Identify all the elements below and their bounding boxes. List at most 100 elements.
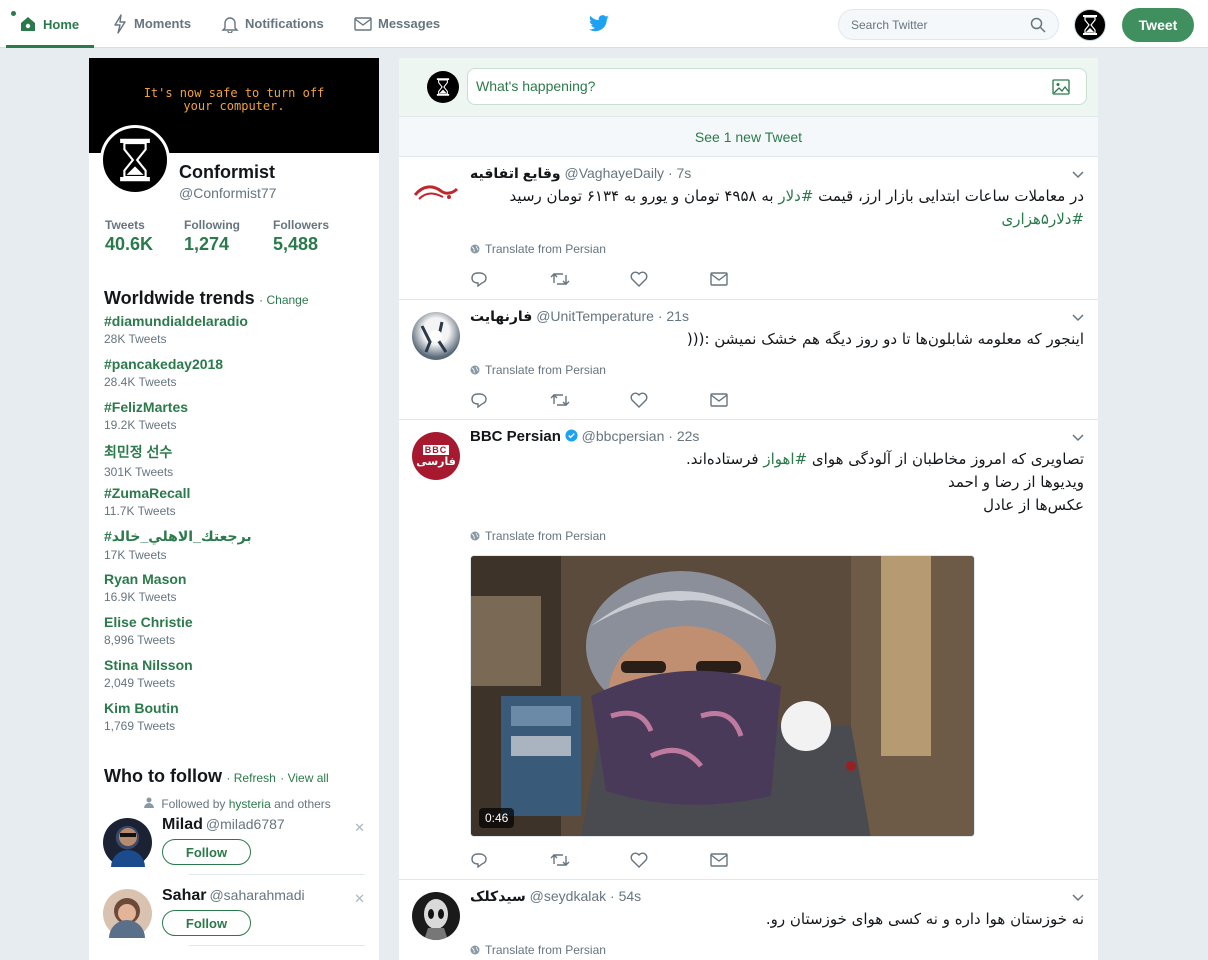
wtf-user-name[interactable]: Milad @milad6787: [162, 816, 285, 834]
trend-item[interactable]: Kim Boutin 1,769 Tweets: [104, 700, 179, 733]
avatar[interactable]: [103, 889, 152, 938]
reply-icon[interactable]: [470, 852, 488, 869]
tweet-timestamp[interactable]: 54s: [619, 888, 642, 904]
tweet[interactable]: سیدکلک @seydkalak · 54s نه خوزستان هوا د…: [399, 880, 1098, 960]
profile-handle[interactable]: @Conformist77: [179, 185, 276, 201]
wtf-refresh-link[interactable]: Refresh: [234, 771, 276, 785]
trend-item[interactable]: Ryan Mason 16.9K Tweets: [104, 571, 186, 604]
tweet-button[interactable]: Tweet: [1122, 8, 1194, 42]
trend-item[interactable]: #ZumaRecall 11.7K Tweets: [104, 485, 190, 518]
trend-count: 16.9K Tweets: [104, 590, 177, 604]
retweet-icon[interactable]: [550, 271, 570, 287]
tweet-video[interactable]: 0:46: [470, 555, 975, 837]
hashtag-link[interactable]: #اهواز: [763, 450, 807, 468]
wtf-separator: ·: [226, 771, 234, 785]
trends-header: Worldwide trends · Change: [104, 288, 309, 309]
search-icon[interactable]: [1030, 17, 1046, 33]
heart-icon[interactable]: [630, 392, 648, 408]
tweet-timestamp[interactable]: 21s: [666, 308, 689, 324]
stat-followers[interactable]: Followers 5,488: [273, 218, 329, 255]
profile-avatar[interactable]: [100, 125, 170, 195]
followed-by-user[interactable]: hysteria: [229, 797, 271, 811]
translate-link[interactable]: Translate from Persian: [470, 242, 606, 256]
hourglass-icon: [1083, 15, 1097, 35]
hashtag-link[interactable]: #دلار۵هزاری: [1002, 210, 1084, 228]
dismiss-icon[interactable]: ✕: [354, 820, 365, 836]
tweet-text-segment: فرستاده‌اند.: [685, 450, 764, 468]
trend-item[interactable]: 최민정 선수 301K Tweets: [104, 442, 173, 479]
tweet[interactable]: وقايع اتفاقيه @VaghayeDaily · 7s در معام…: [399, 157, 1098, 300]
translate-link[interactable]: Translate from Persian: [470, 363, 606, 377]
chevron-down-icon[interactable]: [1072, 314, 1084, 322]
tweet-author-handle[interactable]: @UnitTemperature: [536, 308, 654, 324]
translate-link[interactable]: Translate from Persian: [470, 529, 606, 543]
tweet-author-handle[interactable]: @VaghayeDaily: [565, 165, 665, 181]
trend-item[interactable]: #برجعتك_الاهلي_خالد 17K Tweets: [104, 528, 252, 562]
reply-icon[interactable]: [470, 392, 488, 409]
tweet-author-handle[interactable]: @bbcpersian: [582, 428, 665, 444]
avatar[interactable]: [412, 312, 460, 360]
nav-moments[interactable]: Moments: [112, 0, 191, 47]
tweet-author-handle[interactable]: @seydkalak: [530, 888, 606, 904]
tweet-author-name[interactable]: سیدکلک: [470, 888, 526, 904]
avatar[interactable]: [103, 818, 152, 867]
stat-following[interactable]: Following 1,274: [184, 218, 240, 255]
avatar[interactable]: [412, 169, 460, 217]
wtf-user-name[interactable]: Sahar @saharahmadi: [162, 887, 305, 905]
tweet-timestamp[interactable]: 7s: [677, 165, 692, 181]
chevron-down-icon[interactable]: [1072, 894, 1084, 902]
stat-value: 5,488: [273, 234, 319, 254]
heart-icon[interactable]: [630, 852, 648, 868]
tweet-author-name[interactable]: وقايع اتفاقيه: [470, 165, 561, 181]
trend-item[interactable]: #FelizMartes 19.2K Tweets: [104, 399, 188, 432]
trend-item[interactable]: Elise Christie 8,996 Tweets: [104, 614, 193, 647]
tweet[interactable]: فارنهایت @UnitTemperature · 21s اینجور ک…: [399, 300, 1098, 420]
search-box[interactable]: [838, 9, 1059, 40]
search-input[interactable]: [851, 18, 1021, 32]
direct-message-icon[interactable]: [710, 852, 728, 868]
new-tweets-bar[interactable]: See 1 new Tweet: [399, 116, 1098, 157]
tweet-timestamp[interactable]: 22s: [677, 428, 700, 444]
trend-item[interactable]: Stina Nilsson 2,049 Tweets: [104, 657, 193, 690]
tweet-author-name[interactable]: BBC Persian: [470, 428, 561, 445]
user-display-name: Sahar: [162, 887, 207, 904]
composer-avatar[interactable]: [427, 71, 459, 103]
chevron-down-icon[interactable]: [1072, 171, 1084, 179]
divider: [189, 874, 365, 875]
tweet-text: در معاملات ساعات ابتدایی بازار ارز، قیمت…: [464, 185, 1084, 231]
stat-tweets[interactable]: Tweets 40.6K: [105, 218, 153, 255]
nav-notifications[interactable]: Notifications: [221, 0, 324, 47]
follow-button[interactable]: Follow: [162, 839, 251, 865]
dismiss-icon[interactable]: ✕: [354, 891, 365, 907]
profile-name[interactable]: Conformist: [179, 162, 275, 183]
reply-icon[interactable]: [470, 271, 488, 288]
direct-message-icon[interactable]: [710, 271, 728, 287]
trend-count: 28.4K Tweets: [104, 375, 177, 389]
nav-messages[interactable]: Messages: [354, 0, 440, 47]
avatar[interactable]: BBC فارسی: [412, 432, 460, 480]
tweet-text-segment: تصاویری که امروز مخاطبان از آلودگی هوای: [807, 450, 1084, 468]
tweet-actions: [470, 852, 790, 873]
follow-button[interactable]: Follow: [162, 910, 251, 936]
trend-item[interactable]: #pancakeday2018 28.4K Tweets: [104, 356, 223, 389]
translate-label: Translate from Persian: [485, 242, 606, 256]
retweet-icon[interactable]: [550, 392, 570, 408]
avatar[interactable]: [412, 892, 460, 940]
compose-input[interactable]: What's happening?: [467, 68, 1087, 105]
trends-change-link[interactable]: Change: [266, 293, 308, 307]
chevron-down-icon[interactable]: [1072, 434, 1084, 442]
direct-message-icon[interactable]: [710, 392, 728, 408]
trend-item[interactable]: #diamundialdelaradio 28K Tweets: [104, 313, 248, 346]
tweet[interactable]: BBC فارسی BBC Persian @bbcpersian · 22s …: [399, 420, 1098, 880]
retweet-icon[interactable]: [550, 852, 570, 868]
image-icon[interactable]: [1052, 79, 1070, 95]
heart-icon[interactable]: [630, 271, 648, 287]
wtf-view-all-link[interactable]: View all: [288, 771, 329, 785]
tweet-author-name[interactable]: فارنهایت: [470, 308, 532, 324]
globe-icon: [470, 945, 480, 955]
account-avatar[interactable]: [1074, 9, 1106, 41]
translate-link[interactable]: Translate from Persian: [470, 943, 606, 957]
hashtag-link[interactable]: #دلار: [778, 187, 813, 205]
nav-home[interactable]: Home: [6, 0, 94, 48]
twitter-bird-icon[interactable]: [588, 15, 610, 33]
